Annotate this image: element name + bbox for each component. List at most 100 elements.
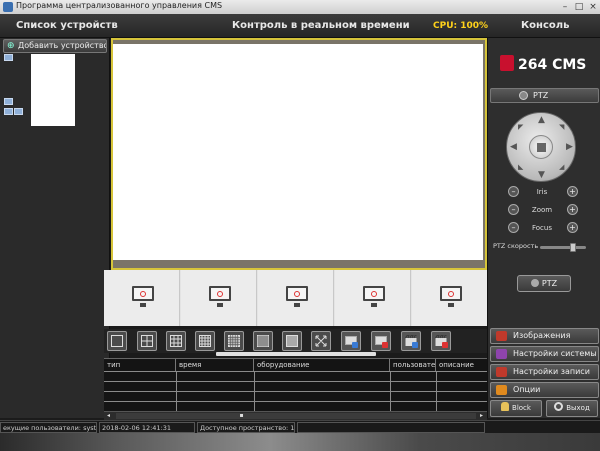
menu-record-settings-button[interactable]: Настройки записи: [490, 364, 599, 380]
maximize-button[interactable]: □: [572, 1, 586, 13]
layout-16-button[interactable]: [195, 331, 215, 351]
arrow-down-icon[interactable]: ▼: [538, 170, 545, 180]
exit-button[interactable]: Выход: [546, 400, 598, 417]
menu-images-button[interactable]: Изображения: [490, 328, 599, 344]
status-datetime: 2018-02-06 12:41:31: [99, 422, 195, 433]
ptz-center-stop-button[interactable]: [529, 135, 553, 159]
table-row-divider: [104, 391, 487, 392]
arrow-up-left-icon[interactable]: ◤: [518, 123, 523, 131]
minimize-button[interactable]: –: [558, 1, 572, 13]
plus-icon: ⊕: [7, 41, 15, 51]
arrow-left-icon[interactable]: ◀: [510, 142, 517, 152]
zoom-minus-button[interactable]: –: [508, 204, 519, 215]
layout-9-button[interactable]: [166, 331, 186, 351]
layout-36-button[interactable]: [253, 331, 273, 351]
layout-1-button[interactable]: [107, 331, 127, 351]
column-header-description[interactable]: описание: [436, 359, 487, 371]
column-header-time[interactable]: время: [176, 359, 254, 371]
focus-plus-button[interactable]: +: [567, 222, 578, 233]
table-col-divider: [436, 371, 437, 411]
arrow-up-icon[interactable]: ▲: [538, 115, 545, 125]
layout-25-button[interactable]: [224, 331, 244, 351]
ptz-speed-slider[interactable]: [540, 243, 586, 252]
device-tree-item[interactable]: [31, 54, 75, 126]
ptz-section-header[interactable]: PTZ: [490, 88, 599, 103]
ptz-speed-knob[interactable]: [570, 243, 576, 252]
arrow-down-left-icon[interactable]: ◣: [518, 163, 523, 171]
monitor-icon: [209, 286, 231, 307]
record-stop-button[interactable]: [371, 331, 391, 351]
iris-minus-button[interactable]: –: [508, 186, 519, 197]
playback-stop-button[interactable]: [431, 331, 451, 351]
app-header: Список устройств Контроль в реальном вре…: [0, 14, 600, 38]
record-red-icon: [382, 342, 388, 348]
zoom-label: Zoom: [531, 206, 553, 214]
device-tree-icon: [14, 108, 23, 115]
playback-start-button[interactable]: [401, 331, 421, 351]
close-button[interactable]: ×: [586, 1, 600, 13]
scroll-right-icon[interactable]: ▸: [477, 412, 486, 420]
arrow-up-right-icon[interactable]: ◥: [559, 123, 564, 131]
channel-thumbnail[interactable]: [104, 270, 180, 326]
monitor-icon: [440, 286, 462, 307]
iris-label: Iris: [536, 188, 548, 196]
monitor-icon: [132, 286, 154, 307]
ptz-joystick[interactable]: ▲ ▼ ◀ ▶ ◤ ◥ ◣ ◢: [506, 112, 576, 182]
monitor-icon: [286, 286, 308, 307]
channel-thumbnail[interactable]: [412, 270, 487, 326]
brand-logo: 264 CMS: [500, 55, 586, 75]
channel-thumbnail[interactable]: [335, 270, 411, 326]
channel-thumbnail[interactable]: [258, 270, 334, 326]
add-device-button[interactable]: ⊕ Добавить устройство: [3, 39, 107, 53]
lock-button[interactable]: Block: [490, 400, 542, 417]
status-current-user: екущие пользователи: system: [0, 422, 97, 433]
fullscreen-button[interactable]: [311, 331, 331, 351]
exit-label: Выход: [566, 404, 590, 412]
menu-record-settings-label: Настройки записи: [513, 367, 590, 376]
add-device-label: Добавить устройство: [18, 41, 107, 50]
channel-thumbnails: [104, 270, 487, 326]
menu-images-label: Изображения: [513, 331, 571, 340]
layout-64-button[interactable]: [282, 331, 302, 351]
menu-system-settings-label: Настройки системы: [513, 349, 597, 358]
menu-options-button[interactable]: Опции: [490, 382, 599, 398]
device-tree-icon: [4, 108, 13, 115]
ptz-icon: [530, 279, 539, 287]
zoom-plus-button[interactable]: +: [567, 204, 578, 215]
table-horizontal-scrollbar[interactable]: ◂ ▪ ▸: [104, 411, 487, 420]
arrow-right-icon[interactable]: ▶: [566, 142, 573, 152]
layout-toolbar: [104, 329, 487, 353]
scroll-center-icon: ▪: [239, 412, 244, 419]
power-icon: [554, 402, 564, 411]
main-video-view[interactable]: [111, 38, 487, 270]
menu-system-settings-button[interactable]: Настройки системы: [490, 346, 599, 362]
iris-plus-button[interactable]: +: [567, 186, 578, 197]
window-title: Программа централизованного управления C…: [16, 1, 223, 10]
record-start-button[interactable]: [341, 331, 361, 351]
window-title-bar: Программа централизованного управления C…: [0, 0, 600, 14]
table-col-divider: [390, 371, 391, 411]
clapper-red-icon: [442, 342, 448, 348]
layout-scroll-indicator[interactable]: [216, 352, 376, 356]
desktop-taskbar: [0, 433, 600, 451]
images-icon: [496, 331, 507, 341]
channel-thumbnail[interactable]: [181, 270, 257, 326]
ptz-icon: [519, 91, 528, 100]
focus-minus-button[interactable]: –: [508, 222, 519, 233]
column-header-type[interactable]: тип: [104, 359, 176, 371]
video-screen[interactable]: [113, 44, 483, 260]
console-title: Консоль: [521, 20, 570, 31]
arrow-down-right-icon[interactable]: ◢: [559, 163, 564, 171]
ptz-button-label: PTZ: [541, 279, 558, 288]
column-header-device[interactable]: оборудование: [254, 359, 390, 371]
scroll-left-icon[interactable]: ◂: [104, 412, 113, 420]
cpu-usage: CPU: 100%: [433, 21, 489, 31]
lock-icon: [501, 402, 510, 411]
status-bar: екущие пользователи: system 2018-02-06 1…: [0, 420, 600, 433]
layout-4-button[interactable]: [137, 331, 157, 351]
ptz-button[interactable]: PTZ: [517, 275, 571, 292]
table-row-divider: [104, 371, 487, 372]
device-tree-icon: [4, 98, 13, 105]
column-header-user[interactable]: пользовател...: [390, 359, 436, 371]
scroll-thumb[interactable]: [116, 413, 476, 419]
